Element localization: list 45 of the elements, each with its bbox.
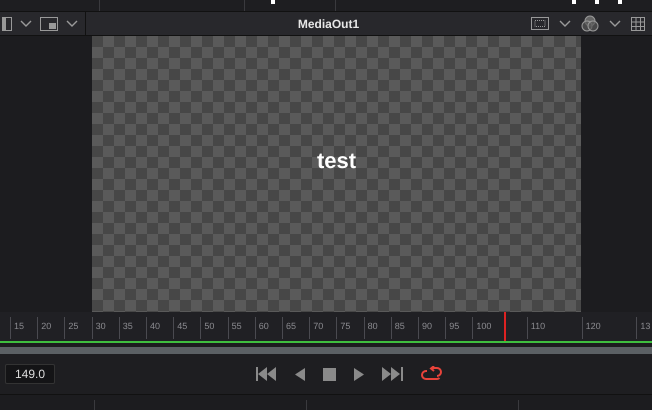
viewer-title: MediaOut1	[296, 16, 360, 32]
playhead[interactable]	[504, 312, 506, 341]
play-reverse-icon[interactable]	[294, 368, 304, 380]
chevron-icon[interactable]	[20, 20, 32, 28]
ruler-label: 50	[203, 320, 214, 333]
ruler-label: 70	[312, 320, 324, 333]
stop-icon[interactable]	[322, 368, 336, 380]
panel-icon[interactable]	[2, 16, 12, 30]
play-icon[interactable]	[354, 368, 364, 380]
marker-icon	[595, 0, 599, 4]
ruler-label: 95	[448, 320, 460, 333]
ruler-label: 60	[258, 320, 269, 333]
marker-icon	[618, 0, 622, 4]
color-channels-icon[interactable]	[581, 15, 599, 32]
ruler-label: 80	[366, 320, 378, 333]
ruler-label: 90	[421, 320, 432, 333]
scroll-bar[interactable]	[0, 347, 652, 354]
ruler-label: 40	[149, 320, 160, 333]
marker-icon	[271, 0, 275, 4]
ruler-label: 45	[176, 320, 188, 333]
ruler-label: 25	[67, 320, 78, 333]
text-overlay: test	[316, 147, 356, 172]
ruler-label: 13	[639, 320, 650, 333]
ruler-label: 20	[40, 320, 52, 333]
ruler-label: 65	[285, 320, 296, 333]
skip-to-end-icon[interactable]	[382, 367, 402, 381]
layout-icon[interactable]	[40, 16, 58, 30]
chevron-icon[interactable]	[66, 20, 78, 28]
skip-to-start-icon[interactable]	[256, 367, 276, 381]
chevron-icon[interactable]	[609, 20, 621, 28]
ruler-label: 120	[584, 320, 601, 333]
ruler-label: 15	[13, 320, 24, 333]
ruler-label: 35	[122, 320, 133, 333]
ruler-label: 30	[94, 320, 106, 333]
marker-icon	[572, 0, 576, 4]
grid-icon[interactable]	[631, 16, 645, 30]
ruler-label: 85	[394, 320, 405, 333]
region-icon[interactable]	[531, 17, 549, 30]
frame-field[interactable]: 149.0	[5, 364, 55, 384]
ruler-label: 100	[475, 320, 492, 333]
ruler-label: 75	[339, 320, 350, 333]
ruler-label: 55	[230, 320, 242, 333]
ruler-label: 110	[530, 320, 546, 333]
chevron-icon[interactable]	[559, 20, 571, 28]
loop-icon[interactable]	[420, 366, 442, 382]
